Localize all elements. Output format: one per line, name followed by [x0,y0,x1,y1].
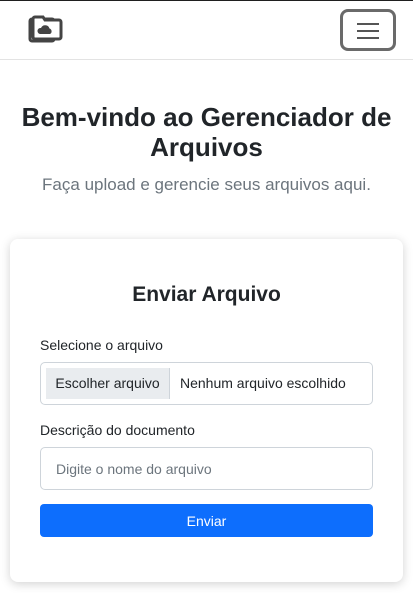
description-input[interactable] [40,447,373,490]
file-label: Selecione o arquivo [40,337,163,353]
page-subtitle: Faça upload e gerencie seus arquivos aqu… [42,175,371,194]
file-input[interactable]: Escolher arquivo Nenhum arquivo escolhid… [40,362,373,405]
file-status-text: Nenhum arquivo escolhido [180,375,346,391]
folder-stack-cloud-icon[interactable] [28,13,64,45]
choose-file-button[interactable]: Escolher arquivo [46,368,170,399]
upload-card: Enviar Arquivo Selecione o arquivo Escol… [10,239,403,582]
page-title: Bem-vindo ao Gerenciador de Arquivos [21,102,392,162]
hero: Bem-vindo ao Gerenciador de Arquivos Faç… [0,102,413,196]
hamburger-menu-icon[interactable] [340,9,396,51]
description-label: Descrição do documento [40,422,195,438]
submit-button[interactable]: Enviar [40,504,373,537]
navbar [0,1,413,60]
upload-card-title: Enviar Arquivo [132,283,281,306]
